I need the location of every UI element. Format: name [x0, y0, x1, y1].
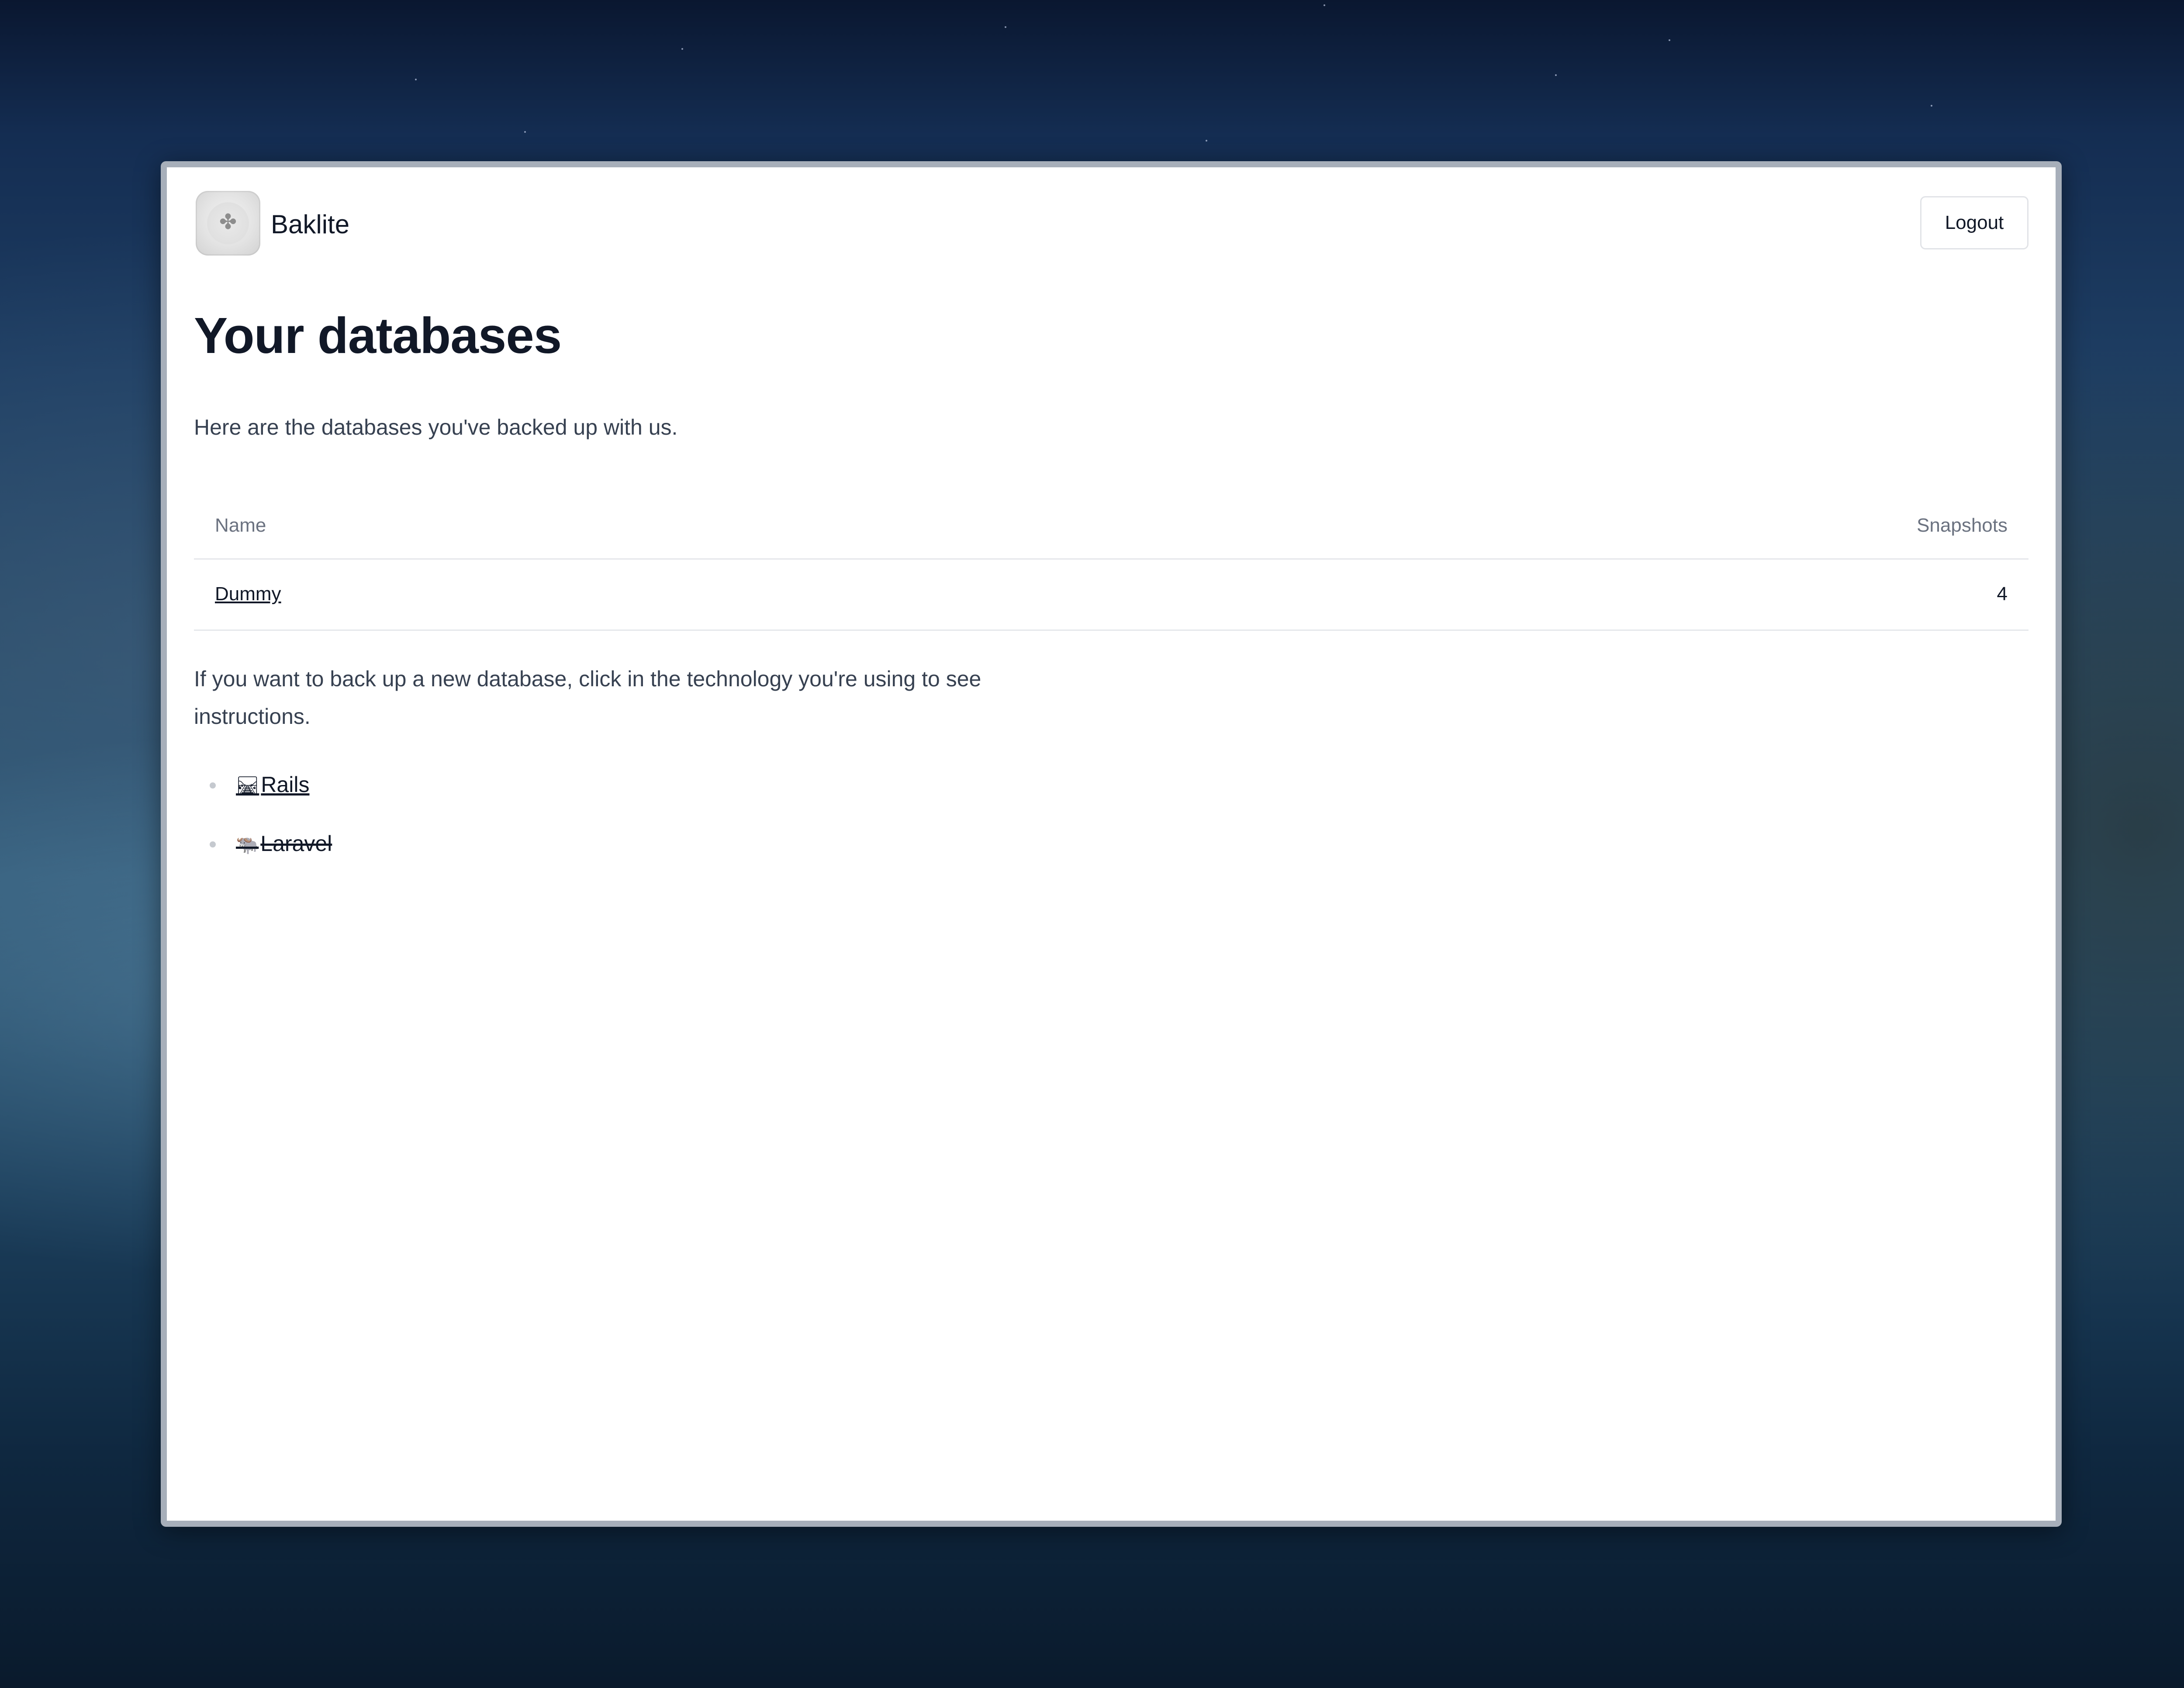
table-row: Dummy 4: [194, 560, 2028, 631]
star: [524, 131, 526, 133]
laravel-label: Laravel: [260, 831, 332, 856]
star: [1669, 39, 1670, 41]
logo-badge: ✤: [207, 202, 249, 244]
star: [1206, 140, 1207, 142]
rails-link[interactable]: 🛤Rails: [236, 769, 309, 801]
water-buffalo-icon: 🐃: [236, 834, 259, 855]
database-icon: ✤: [219, 211, 237, 234]
railway-track-icon: 🛤: [236, 775, 259, 796]
rails-label: Rails: [261, 772, 310, 797]
star: [1555, 74, 1557, 76]
page-content: ✤ Baklite Logout Your databases Here are…: [194, 167, 2028, 1521]
snapshot-count: 4: [1997, 583, 2008, 605]
star: [1324, 4, 1325, 6]
page-title: Your databases: [194, 307, 562, 364]
app-logo[interactable]: ✤: [196, 191, 260, 256]
logout-button[interactable]: Logout: [1920, 196, 2028, 249]
databases-table: Name Snapshots Dummy 4: [194, 484, 2028, 631]
database-link[interactable]: Dummy: [215, 583, 281, 605]
bullet-dot: [210, 782, 216, 789]
app-header: ✤ Baklite Logout: [194, 191, 2028, 256]
star: [415, 79, 417, 80]
bullet-dot: [210, 841, 216, 847]
page-intro: Here are the databases you've backed up …: [194, 415, 678, 439]
star: [681, 48, 683, 50]
column-header-name: Name: [215, 515, 266, 536]
star: [1005, 26, 1006, 28]
table-header: Name Snapshots: [194, 484, 2028, 560]
column-header-snapshots: Snapshots: [1917, 515, 2008, 536]
star: [1931, 105, 1932, 107]
help-text: If you want to back up a new database, c…: [194, 667, 981, 729]
browser-window: ✤ Baklite Logout Your databases Here are…: [161, 161, 2062, 1527]
laravel-link[interactable]: 🐃Laravel: [236, 828, 332, 860]
app-name: Baklite: [271, 210, 350, 239]
